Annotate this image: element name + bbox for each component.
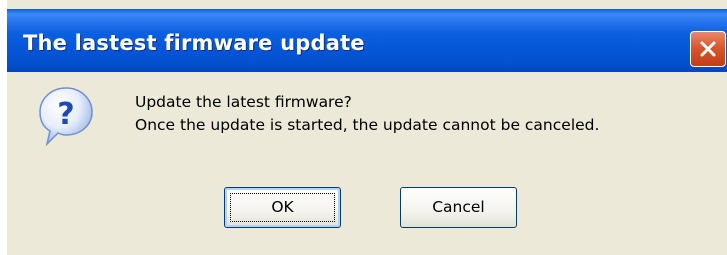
ok-button[interactable]: OK: [224, 187, 341, 228]
dialog-body: ? Update the latest firmware? Once the u…: [7, 72, 727, 255]
firmware-update-dialog: The lastest firmware update ? Update the…: [7, 0, 727, 255]
cancel-button[interactable]: Cancel: [400, 187, 517, 228]
cancel-button-label: Cancel: [432, 198, 485, 216]
message-line-1: Update the latest firmware?: [135, 93, 352, 111]
title-bar[interactable]: The lastest firmware update: [7, 9, 727, 72]
question-icon: ?: [39, 87, 93, 147]
focus-ring: [230, 193, 335, 222]
message-line-2: Once the update is started, the update c…: [135, 116, 600, 134]
close-icon: [700, 41, 716, 57]
svg-text:?: ?: [57, 97, 74, 132]
window-title: The lastest firmware update: [23, 31, 365, 55]
close-button[interactable]: [690, 31, 726, 67]
dialog-message: Update the latest firmware? Once the upd…: [135, 91, 599, 137]
